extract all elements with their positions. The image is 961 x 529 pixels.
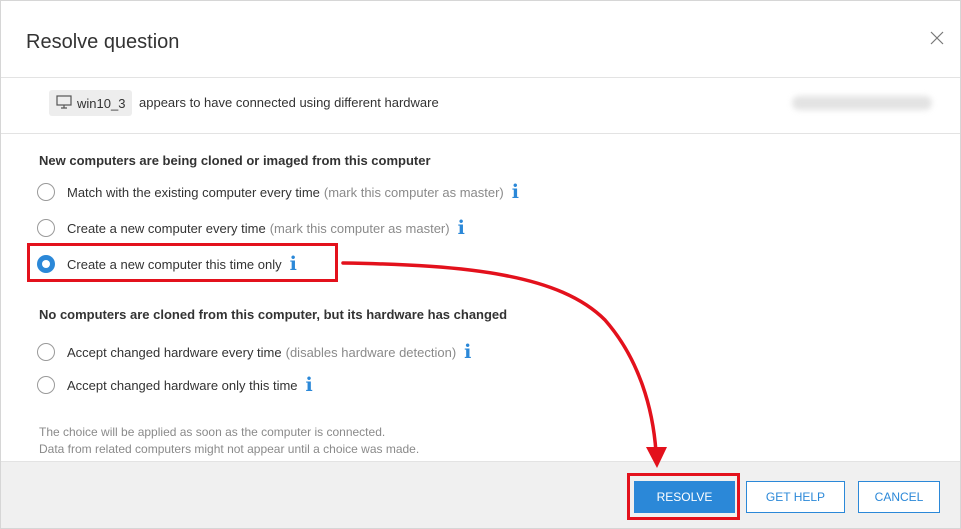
dialog-title: Resolve question [26, 31, 180, 53]
footnote: The choice will be applied as soon as th… [39, 424, 419, 458]
option-hint: (mark this computer as master) [269, 220, 450, 236]
option-new-this-time[interactable]: Create a new computer this time only i [37, 253, 297, 275]
radio-button-selected[interactable] [37, 255, 55, 273]
computer-name: win10_3 [77, 95, 126, 111]
footnote-line-1: The choice will be applied as soon as th… [39, 425, 386, 439]
option-accept-this-time[interactable]: Accept changed hardware only this time i [37, 374, 313, 396]
info-icon[interactable]: i [512, 182, 519, 202]
blurred-timestamp [792, 96, 932, 110]
option-label: Create a new computer this time only [67, 256, 282, 272]
info-icon[interactable]: i [306, 375, 313, 395]
radio-button[interactable] [37, 343, 55, 361]
title-bar: Resolve question [1, 1, 960, 78]
option-label: Accept changed hardware every time [67, 344, 282, 360]
radio-button[interactable] [37, 376, 55, 394]
option-accept-every-time[interactable]: Accept changed hardware every time (disa… [37, 341, 471, 363]
option-hint: (mark this computer as master) [323, 184, 504, 200]
resolve-dialog: Resolve question win10_3 appears to have… [0, 0, 961, 529]
footnote-line-2: Data from related computers might not ap… [39, 442, 420, 456]
radio-button[interactable] [37, 219, 55, 237]
changed-section-heading: No computers are cloned from this comput… [39, 307, 508, 322]
option-label: Accept changed hardware only this time [67, 377, 298, 393]
option-label: Create a new computer every time [67, 220, 266, 236]
close-icon[interactable] [928, 29, 952, 53]
dialog-footer: RESOLVE GET HELP CANCEL [1, 461, 960, 528]
info-icon[interactable]: i [464, 342, 471, 362]
cancel-button[interactable]: CANCEL [858, 481, 940, 513]
computer-chip[interactable]: win10_3 [49, 90, 133, 116]
option-match-existing[interactable]: Match with the existing computer every t… [37, 181, 519, 203]
hardware-row: win10_3 appears to have connected using … [1, 77, 960, 134]
option-new-every-time[interactable]: Create a new computer every time (mark t… [37, 217, 465, 239]
cloned-section-heading: New computers are being cloned or imaged… [39, 153, 431, 168]
option-label: Match with the existing computer every t… [67, 184, 320, 200]
monitor-icon [56, 94, 72, 112]
info-icon[interactable]: i [458, 218, 465, 238]
resolve-button[interactable]: RESOLVE [634, 481, 735, 513]
get-help-button[interactable]: GET HELP [746, 481, 845, 513]
radio-button[interactable] [37, 183, 55, 201]
hardware-message: appears to have connected using differen… [139, 95, 439, 110]
info-icon[interactable]: i [290, 254, 297, 274]
option-hint: (disables hardware detection) [285, 344, 457, 360]
